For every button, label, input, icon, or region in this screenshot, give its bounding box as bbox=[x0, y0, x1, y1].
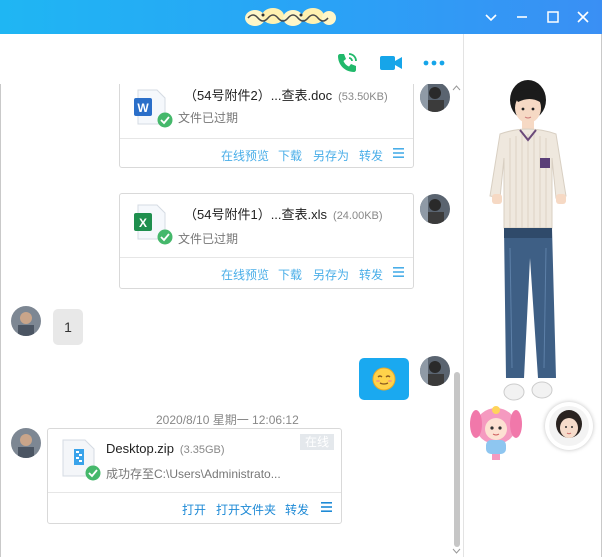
file-message-doc[interactable]: W （54号附件2）...查表.doc (53.50KB) 文件已过期 在线预览 … bbox=[119, 84, 414, 168]
file-info: Desktop.zip (3.35GB) 在线 成功存至C:\Users\Admi… bbox=[48, 429, 341, 492]
avatar-contact[interactable] bbox=[11, 306, 41, 336]
file-message-xls[interactable]: X （54号附件1）...查表.xls (24.00KB) 文件已过期 在线预览 … bbox=[119, 193, 414, 289]
message-list[interactable]: W （54号附件2）...查表.doc (53.50KB) 文件已过期 在线预览 … bbox=[1, 84, 463, 557]
menu-icon[interactable] bbox=[321, 502, 332, 512]
file-name: （54号附件2）...查表.doc (53.50KB) bbox=[184, 88, 388, 103]
message-bubble-incoming: 1 bbox=[53, 309, 83, 345]
scroll-up-icon[interactable] bbox=[452, 84, 461, 92]
close-icon[interactable] bbox=[573, 7, 593, 27]
menu-icon[interactable] bbox=[393, 267, 404, 277]
save-as-link[interactable]: 另存为 bbox=[313, 266, 349, 283]
file-actions: 打开 打开文件夹 转发 bbox=[48, 492, 341, 523]
online-transfer-badge: 在线 bbox=[300, 434, 334, 450]
file-status: 文件已过期 bbox=[178, 111, 239, 125]
check-icon bbox=[157, 112, 173, 128]
scrollbar-thumb[interactable] bbox=[454, 372, 460, 547]
title-bar bbox=[0, 0, 602, 34]
message-timestamp: 2020/8/10 星期一 12:06:12 bbox=[156, 413, 299, 427]
download-link[interactable]: 下载 bbox=[278, 147, 302, 164]
more-icon[interactable] bbox=[421, 50, 447, 76]
file-info: X （54号附件1）...查表.xls (24.00KB) 文件已过期 bbox=[120, 194, 413, 257]
open-file-link[interactable]: 打开 bbox=[182, 501, 206, 518]
contact-show-figure bbox=[489, 80, 567, 401]
avatar-self[interactable] bbox=[420, 356, 450, 386]
file-actions: 在线预览 下载 另存为 转发 bbox=[120, 257, 413, 288]
avatar-self[interactable] bbox=[420, 194, 450, 224]
open-folder-link[interactable]: 打开文件夹 bbox=[216, 501, 276, 518]
file-size: (3.35GB) bbox=[179, 444, 225, 456]
pet-figure bbox=[470, 406, 522, 460]
file-name: Desktop.zip (3.35GB) bbox=[106, 441, 225, 456]
preview-online-link[interactable]: 在线预览 bbox=[221, 266, 269, 283]
preview-online-link[interactable]: 在线预览 bbox=[221, 147, 269, 164]
phone-icon[interactable] bbox=[334, 50, 360, 76]
file-info: W （54号附件2）...查表.doc (53.50KB) 文件已过期 bbox=[120, 84, 413, 138]
check-icon bbox=[157, 229, 173, 245]
video-icon[interactable] bbox=[378, 50, 404, 76]
svg-text:X: X bbox=[139, 216, 147, 230]
forward-link[interactable]: 转发 bbox=[285, 501, 309, 518]
svg-text:W: W bbox=[137, 101, 149, 115]
file-status: 成功存至C:\Users\Administrato... bbox=[106, 467, 281, 481]
profile-photo-icon bbox=[549, 406, 589, 446]
chevron-down-icon[interactable] bbox=[481, 7, 501, 27]
message-bubble-outgoing bbox=[359, 358, 409, 400]
check-icon bbox=[85, 465, 101, 481]
contact-name-art bbox=[245, 8, 336, 26]
maximize-icon[interactable] bbox=[543, 7, 563, 27]
menu-icon[interactable] bbox=[393, 148, 404, 158]
save-as-link[interactable]: 另存为 bbox=[313, 147, 349, 164]
avatar-contact[interactable] bbox=[11, 428, 41, 458]
file-message-zip[interactable]: Desktop.zip (3.35GB) 在线 成功存至C:\Users\Admi… bbox=[47, 428, 342, 524]
file-name: （54号附件1）...查表.xls (24.00KB) bbox=[184, 207, 383, 222]
file-actions: 在线预览 下载 另存为 转发 bbox=[120, 138, 413, 169]
forward-link[interactable]: 转发 bbox=[359, 266, 383, 283]
avatar-self[interactable] bbox=[420, 84, 450, 112]
download-link[interactable]: 下载 bbox=[278, 266, 302, 283]
file-size: (24.00KB) bbox=[333, 210, 383, 222]
file-size: (53.50KB) bbox=[338, 91, 388, 103]
file-status: 文件已过期 bbox=[178, 232, 239, 246]
contact-profile-avatar[interactable] bbox=[545, 402, 593, 450]
forward-link[interactable]: 转发 bbox=[359, 147, 383, 164]
scroll-down-icon[interactable] bbox=[452, 547, 461, 555]
smiley-icon bbox=[372, 367, 396, 391]
minimize-icon[interactable] bbox=[512, 7, 532, 27]
panel-divider bbox=[463, 34, 464, 557]
